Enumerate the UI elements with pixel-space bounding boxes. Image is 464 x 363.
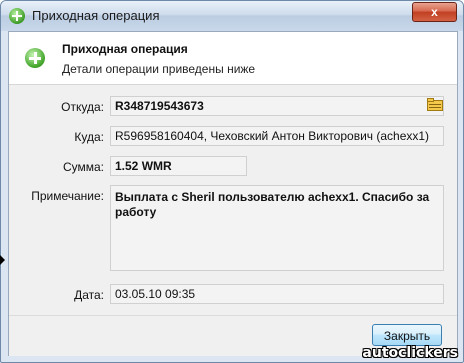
watermark: autoclickers (362, 345, 458, 361)
folder-icon[interactable] (427, 98, 443, 111)
plus-icon (9, 8, 25, 24)
dialog-subtitle: Детали операции приведены ниже (62, 62, 256, 76)
mouse-cursor (0, 255, 5, 265)
window-close-button[interactable]: x (412, 2, 457, 22)
dialog-title: Приходная операция (62, 42, 188, 56)
window-title: Приходная операция (32, 8, 160, 23)
to-label: Куда: (74, 130, 104, 144)
details-form: Откуда: R348719543673 Куда: R59695816040… (9, 85, 457, 315)
date-field[interactable]: 03.05.10 09:35 (110, 284, 444, 304)
note-label: Примечание: (31, 189, 104, 203)
transaction-window: Приходная операция x Приходная операция … (0, 0, 464, 363)
plus-icon (25, 48, 45, 68)
to-field[interactable]: R596958160404, Чеховский Антон Викторови… (110, 126, 444, 146)
from-field[interactable]: R348719543673 (110, 96, 444, 116)
from-label: Откуда: (61, 100, 104, 114)
dialog-header: Приходная операция Детали операции приве… (9, 32, 457, 85)
date-label: Дата: (74, 288, 104, 302)
title-bar[interactable]: Приходная операция x (1, 1, 463, 31)
close-button[interactable]: Закрыть (372, 324, 442, 346)
amount-label: Сумма: (62, 160, 104, 174)
dialog-content: Приходная операция Детали операции приве… (8, 31, 458, 356)
amount-field[interactable]: 1.52 WMR (110, 156, 247, 176)
note-field[interactable]: Выплата с Sheril пользователю achexx1. С… (110, 185, 444, 271)
